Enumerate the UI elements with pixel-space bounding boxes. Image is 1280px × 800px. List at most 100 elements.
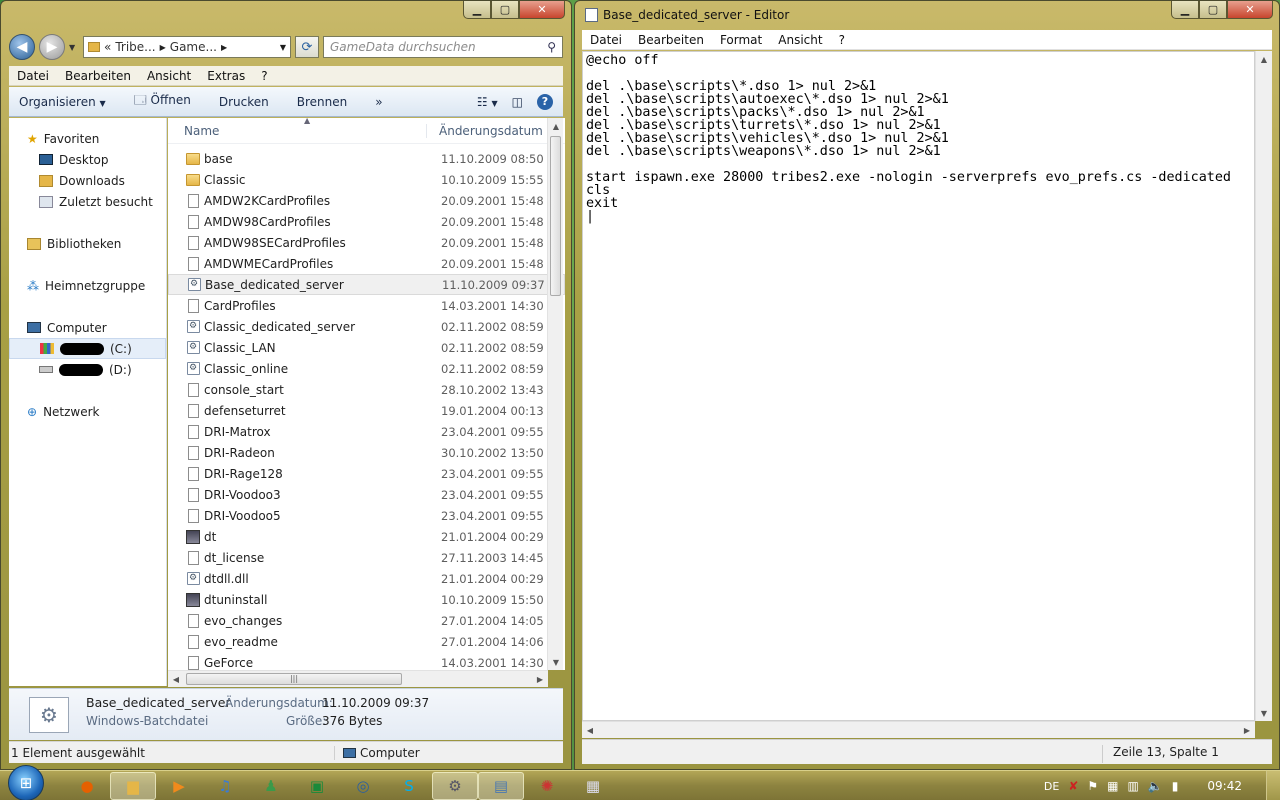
file-name-cell[interactable]: ⚙ Classic_dedicated_server — [168, 319, 426, 334]
nav-desktop[interactable]: Desktop — [9, 149, 166, 170]
scroll-down-arrow[interactable]: ▼ — [1256, 705, 1272, 721]
network-status-icon[interactable]: ▥ — [1128, 779, 1139, 793]
editor-horizontal-scrollbar[interactable]: ◀ ▶ — [582, 721, 1255, 738]
notepad-taskbar-icon[interactable]: ▤ — [478, 771, 524, 800]
project-icon[interactable]: ▣ — [294, 772, 340, 800]
file-name-cell[interactable]: DRI-Voodoo3 — [168, 487, 426, 502]
chevron-right-icon[interactable]: ▶ — [160, 43, 166, 52]
file-row[interactable]: Classic 10.10.2009 15:55 — [168, 169, 565, 190]
minimize-button[interactable]: ▁ — [463, 1, 491, 19]
breadcrumb-gamedata[interactable]: Game... — [170, 40, 217, 54]
file-name-cell[interactable]: DRI-Voodoo5 — [168, 508, 426, 523]
menu-extras[interactable]: Extras — [199, 69, 253, 83]
file-row[interactable]: DRI-Voodoo5 23.04.2001 09:55 — [168, 505, 565, 526]
file-name-cell[interactable]: DRI-Rage128 — [168, 466, 426, 481]
file-name-cell[interactable]: evo_readme — [168, 634, 426, 649]
menu-edit[interactable]: Bearbeiten — [57, 69, 139, 83]
file-name-cell[interactable]: ⚙ Classic_LAN — [168, 340, 426, 355]
network-error-icon[interactable]: ✘ — [1068, 779, 1078, 793]
volume-icon[interactable]: 🔈 — [1148, 779, 1163, 793]
nav-homegroup[interactable]: ⁂ Heimnetzgruppe — [9, 275, 166, 296]
itunes-icon[interactable]: ♫ — [202, 772, 248, 800]
nav-downloads[interactable]: Downloads — [9, 170, 166, 191]
view-options-icon[interactable]: ☷ ▼ — [477, 95, 498, 109]
back-button[interactable]: ◀ — [9, 34, 35, 60]
nav-network[interactable]: ⊕ Netzwerk — [9, 401, 166, 422]
file-row[interactable]: evo_readme 27.01.2004 14:06 — [168, 631, 565, 652]
menu-help[interactable]: ? — [831, 33, 853, 47]
file-name-cell[interactable]: ⚙ Classic_online — [168, 361, 426, 376]
menu-edit[interactable]: Bearbeiten — [630, 33, 712, 47]
file-name-cell[interactable]: AMDW98SECardProfiles — [168, 235, 426, 250]
minimize-button[interactable]: ▁ — [1171, 1, 1199, 19]
scroll-left-arrow[interactable]: ◀ — [168, 671, 184, 687]
column-header-name[interactable]: Name — [168, 124, 426, 138]
nav-computer[interactable]: Computer — [9, 317, 166, 338]
file-name-cell[interactable]: dt — [168, 529, 426, 544]
nav-drive-d[interactable]: (D:) — [9, 359, 166, 380]
menu-file[interactable]: Datei — [582, 33, 630, 47]
scroll-left-arrow[interactable]: ◀ — [582, 722, 598, 738]
scroll-thumb[interactable] — [550, 136, 561, 296]
scroll-right-arrow[interactable]: ▶ — [1239, 722, 1255, 738]
breadcrumb-overflow[interactable]: « — [104, 40, 111, 54]
show-desktop-button[interactable] — [1266, 771, 1280, 800]
game-icon[interactable]: ✺ — [524, 772, 570, 800]
more-button[interactable]: » — [375, 95, 382, 109]
file-list-vertical-scrollbar[interactable]: ▲ ▼ — [547, 118, 563, 670]
action-center-flag-icon[interactable]: ⚑ — [1087, 779, 1098, 793]
file-row[interactable]: DRI-Rage128 23.04.2001 09:55 — [168, 463, 565, 484]
language-indicator[interactable]: DE — [1044, 780, 1059, 793]
scroll-down-arrow[interactable]: ▼ — [548, 654, 564, 670]
file-name-cell[interactable]: console_start — [168, 382, 426, 397]
search-input[interactable]: GameData durchsuchen ⚲ — [323, 36, 563, 58]
burn-button[interactable]: Brennen — [297, 95, 347, 109]
search-app-icon[interactable]: ◎ — [340, 772, 386, 800]
file-row[interactable]: console_start 28.10.2002 13:43 — [168, 379, 565, 400]
media-player-icon[interactable]: ▶ — [156, 772, 202, 800]
menu-view[interactable]: Ansicht — [139, 69, 199, 83]
file-row[interactable]: defenseturret 19.01.2004 00:13 — [168, 400, 565, 421]
file-row[interactable]: DRI-Matrox 23.04.2001 09:55 — [168, 421, 565, 442]
file-row[interactable]: AMDWMECardProfiles 20.09.2001 15:48 — [168, 253, 565, 274]
file-name-cell[interactable]: DRI-Matrox — [168, 424, 426, 439]
file-name-cell[interactable]: AMDW2KCardProfiles — [168, 193, 426, 208]
file-name-cell[interactable]: GeForce — [168, 655, 426, 670]
help-icon[interactable]: ? — [537, 93, 553, 110]
file-row[interactable]: base 11.10.2009 08:50 — [168, 148, 565, 169]
file-name-cell[interactable]: defenseturret — [168, 403, 426, 418]
file-row[interactable]: dt_license 27.11.2003 14:45 — [168, 547, 565, 568]
text-editor-area[interactable]: @echo off del .\base\scripts\*.dso 1> nu… — [582, 51, 1255, 721]
close-button[interactable]: ✕ — [519, 1, 565, 19]
editor-vertical-scrollbar[interactable]: ▲ ▼ — [1255, 51, 1272, 721]
editor-content[interactable]: @echo off del .\base\scripts\*.dso 1> nu… — [583, 52, 1254, 225]
file-row[interactable]: DRI-Voodoo3 23.04.2001 09:55 — [168, 484, 565, 505]
messenger-icon[interactable]: ♟ — [248, 772, 294, 800]
preview-pane-icon[interactable]: ◫ — [512, 95, 523, 109]
file-row[interactable]: ⚙ Classic_online 02.11.2002 08:59 — [168, 358, 565, 379]
start-button[interactable]: ⊞ — [8, 764, 44, 800]
file-name-cell[interactable]: AMDW98CardProfiles — [168, 214, 426, 229]
file-name-cell[interactable]: dtuninstall — [168, 592, 426, 607]
open-button[interactable]: 🗔 Öffnen — [134, 91, 191, 112]
file-name-cell[interactable]: evo_changes — [168, 613, 426, 628]
scroll-thumb[interactable]: ||| — [186, 673, 402, 685]
file-row[interactable]: ⚙ Classic_dedicated_server 02.11.2002 08:5… — [168, 316, 565, 337]
scroll-right-arrow[interactable]: ▶ — [532, 671, 548, 687]
file-list-horizontal-scrollbar[interactable]: ◀ ||| ▶ — [168, 670, 548, 687]
file-row[interactable]: AMDW2KCardProfiles 20.09.2001 15:48 — [168, 190, 565, 211]
chevron-down-icon[interactable]: ▼ — [280, 43, 286, 52]
nav-libraries[interactable]: Bibliotheken — [9, 233, 166, 254]
nav-favorites[interactable]: ★ Favoriten — [9, 128, 166, 149]
file-row[interactable]: AMDW98CardProfiles 20.09.2001 15:48 — [168, 211, 565, 232]
power-icon[interactable]: ▮ — [1172, 779, 1179, 793]
search-icon[interactable]: ⚲ — [547, 40, 556, 54]
file-row[interactable]: AMDW98SECardProfiles 20.09.2001 15:48 — [168, 232, 565, 253]
close-button[interactable]: ✕ — [1227, 1, 1273, 19]
file-name-cell[interactable]: base — [168, 151, 426, 166]
address-bar[interactable]: « Tribe... ▶ Game... ▶ ▼ — [83, 36, 291, 58]
scroll-up-arrow[interactable]: ▲ — [548, 118, 564, 134]
forward-button[interactable]: ▶ — [39, 34, 65, 60]
skype-icon[interactable]: S — [386, 772, 432, 800]
recent-pages-dropdown[interactable]: ▼ — [69, 43, 79, 52]
